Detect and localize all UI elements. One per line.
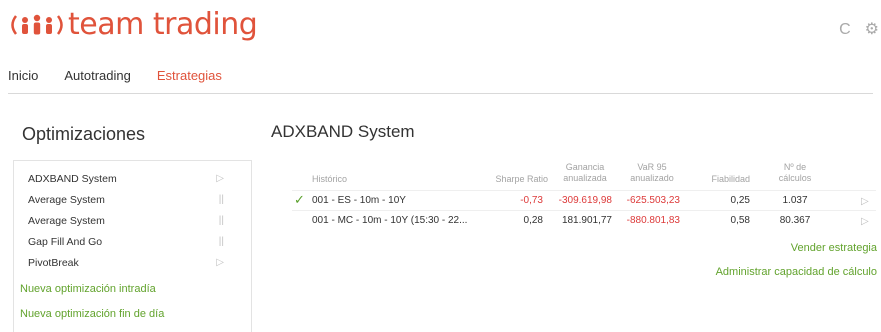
strategy-title: ADXBAND System [271, 122, 415, 141]
nav-item-inicio[interactable]: Inicio [8, 68, 38, 83]
refresh-icon[interactable]: C [839, 22, 851, 38]
row-calculos: 1.037 [782, 195, 808, 206]
new-intraday-optimization-link[interactable]: Nueva optimización intradía [20, 283, 156, 295]
row-sharpe: 0,28 [523, 215, 543, 226]
table-divider [292, 210, 876, 211]
manage-capacity-link[interactable]: Administrar capacidad de cálculo [716, 266, 877, 278]
col-header-fiabilidad[interactable]: Fiabilidad [700, 174, 750, 185]
col-header-sharpe[interactable]: Sharpe Ratio [488, 174, 548, 185]
logo-people-icon [8, 10, 66, 40]
row-fiabilidad: 0,58 [730, 215, 750, 226]
col-header-calculos-line1: Nº de [783, 162, 807, 172]
sidebar-title: Optimizaciones [22, 124, 146, 144]
row-ganancia: -309.619,98 [558, 195, 612, 206]
sell-strategy-link[interactable]: Vender estrategia [791, 242, 877, 254]
checkmark-icon: ✓ [294, 192, 305, 207]
pause-icon[interactable]: || [219, 233, 224, 251]
row-historico[interactable]: 001 - MC - 10m - 10Y (15:30 - 22... [312, 214, 467, 228]
sidebar-item-label: Average System [28, 194, 105, 206]
sidebar-item-label: Gap Fill And Go [28, 236, 103, 248]
sidebar-item-gap-fill[interactable]: Gap Fill And Go || [28, 233, 228, 251]
row-calculos: 80.367 [779, 215, 811, 226]
row-historico[interactable]: 001 - ES - 10m - 10Y [312, 194, 406, 208]
table-divider [292, 190, 876, 191]
col-header-calculos[interactable]: Nº de cálculos [770, 162, 820, 184]
row-fiabilidad: 0,25 [730, 195, 750, 206]
row-ganancia: 181.901,77 [561, 215, 612, 226]
col-header-ganancia-line2: anualizada [563, 173, 607, 183]
sidebar-item-pivotbreak[interactable]: PivotBreak ▷ [28, 254, 228, 272]
sidebar-item-average-2[interactable]: Average System || [28, 212, 228, 230]
col-header-ganancia[interactable]: Ganancia anualizada [556, 162, 614, 184]
gear-icon[interactable]: ⚙ [865, 22, 879, 38]
main-nav: Inicio Autotrading Estrategias [8, 68, 222, 83]
col-header-var[interactable]: VaR 95 anualizado [622, 162, 682, 184]
brand-name: team trading [68, 7, 258, 42]
sidebar-item-adxband[interactable]: ADXBAND System ▷ [28, 170, 228, 188]
col-header-calculos-line2: cálculos [778, 173, 812, 183]
row-expand-icon[interactable]: ▷ [861, 215, 869, 229]
col-header-var-line2: anualizado [630, 173, 674, 183]
col-header-historico[interactable]: Histórico [312, 174, 347, 185]
pause-icon[interactable]: || [219, 191, 224, 209]
header-icons: C ⚙ [839, 22, 879, 38]
logo[interactable]: team trading [8, 7, 258, 42]
row-var: -880.801,83 [626, 215, 680, 226]
play-icon[interactable]: ▷ [216, 170, 224, 188]
col-header-var-line1: VaR 95 [637, 162, 667, 172]
col-header-ganancia-line1: Ganancia [565, 162, 605, 172]
sidebar-item-label: Average System [28, 215, 105, 227]
row-expand-icon[interactable]: ▷ [861, 195, 869, 209]
sidebar-item-label: PivotBreak [28, 257, 79, 269]
new-eod-optimization-link[interactable]: Nueva optimización fin de día [20, 308, 164, 320]
nav-item-estrategias[interactable]: Estrategias [157, 68, 222, 83]
play-icon[interactable]: ▷ [216, 254, 224, 272]
row-var: -625.503,23 [626, 195, 680, 206]
pause-icon[interactable]: || [219, 212, 224, 230]
sidebar-item-average-1[interactable]: Average System || [28, 191, 228, 209]
nav-divider [8, 93, 873, 94]
sidebar-item-label: ADXBAND System [28, 173, 117, 185]
row-sharpe: -0,73 [520, 195, 543, 206]
nav-item-autotrading[interactable]: Autotrading [64, 68, 131, 83]
